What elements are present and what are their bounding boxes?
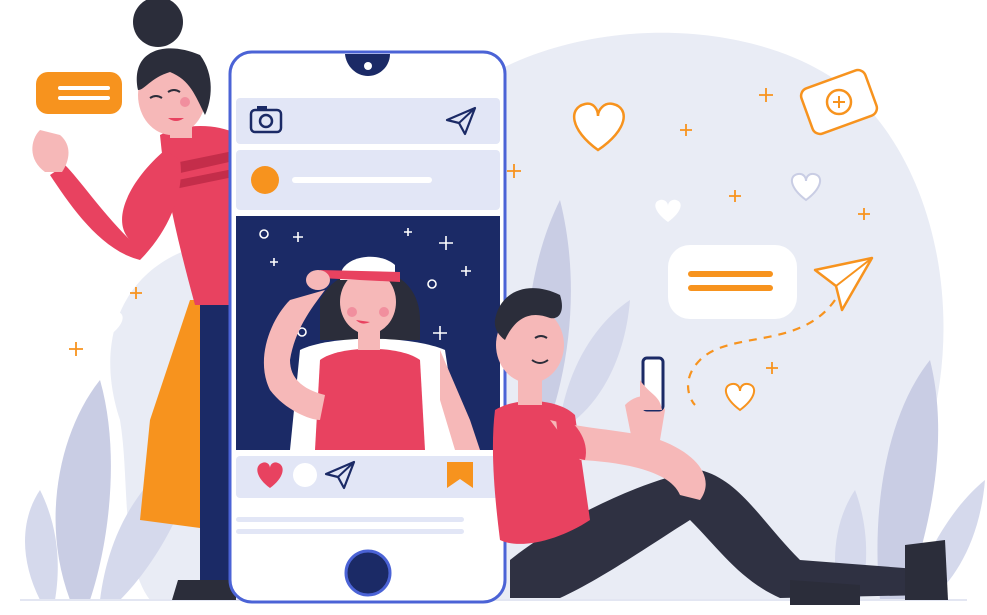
chat-bubble-icon	[668, 245, 797, 319]
phone	[228, 50, 507, 604]
comment-icon[interactable]	[293, 463, 317, 487]
social-media-illustration	[20, 0, 985, 605]
avatar[interactable]	[251, 166, 279, 194]
chat-bubble-icon	[36, 72, 122, 114]
caption-line	[236, 529, 464, 534]
illustration	[0, 0, 987, 615]
username-placeholder	[292, 177, 432, 183]
home-button[interactable]	[344, 549, 392, 597]
caption-line	[236, 517, 464, 522]
